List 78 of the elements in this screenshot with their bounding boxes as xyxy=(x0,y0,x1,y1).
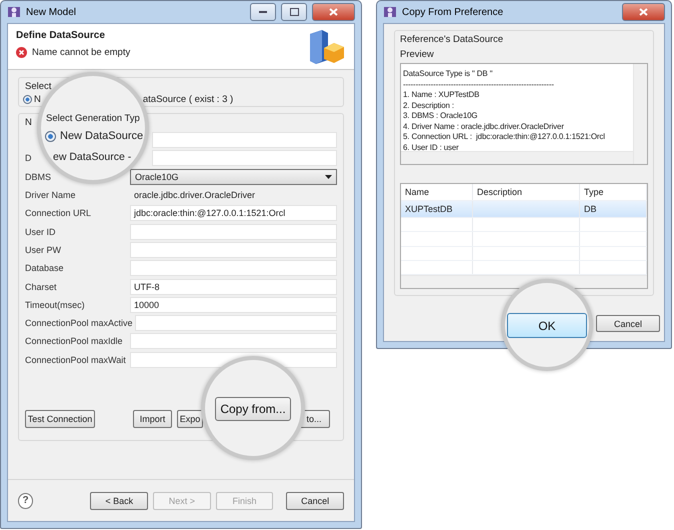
input-field[interactable] xyxy=(152,132,337,148)
preview-line: ------------------------------------------------------------ xyxy=(403,80,555,90)
minimize-icon xyxy=(259,11,267,13)
preview-line: 5. Connection URL : jdbc:oracle:thin:@127.0.0.1:1521:Orcl xyxy=(403,132,606,142)
vertical-scrollbar[interactable] xyxy=(633,64,647,164)
close-button[interactable] xyxy=(312,3,355,21)
field-label: User ID xyxy=(25,226,56,237)
field-label: Database xyxy=(25,263,64,274)
page-title: Define DataSource xyxy=(16,30,106,41)
field-label: DBMS xyxy=(25,172,52,182)
preview-line: 3. DBMS : Oracle10G xyxy=(403,111,479,122)
field-label: Driver Name xyxy=(25,190,76,200)
group-label: Select Generation Typ xyxy=(46,113,140,124)
horizontal-scrollbar[interactable] xyxy=(401,151,633,164)
group-label: ew DataSource - xyxy=(53,151,132,163)
error-icon xyxy=(16,47,27,58)
radio-button[interactable] xyxy=(45,130,56,142)
app-icon xyxy=(383,5,397,19)
input-field[interactable] xyxy=(134,315,337,332)
column-header[interactable]: Type xyxy=(580,184,647,200)
wizard-button[interactable]: < Back xyxy=(90,492,148,510)
radio-label: New DataSource xyxy=(60,130,144,142)
input-field[interactable]: UTF-8 xyxy=(130,278,337,295)
field-label: Timeout(msec) xyxy=(25,300,85,310)
group-label: Reference's DataSource xyxy=(400,34,504,45)
field-label: D xyxy=(25,153,32,164)
column-header[interactable]: Name xyxy=(401,184,473,200)
maximize-button[interactable] xyxy=(281,3,307,21)
field-label: ConnectionPool maxWait xyxy=(25,354,126,365)
minimize-button[interactable] xyxy=(250,3,276,21)
table-cell: XUPTestDB xyxy=(401,201,473,217)
option-text: ataSource ( exist : 3 ) xyxy=(142,94,234,105)
input-field[interactable] xyxy=(130,224,337,240)
app-icon xyxy=(7,5,21,19)
group-label: N xyxy=(25,117,32,128)
error-message: Name cannot be empty xyxy=(32,47,130,58)
wizard-button[interactable]: Cancel xyxy=(286,492,344,510)
table-cell: DB xyxy=(580,201,647,217)
export-button[interactable]: Expo xyxy=(177,410,203,428)
copy-from-button[interactable]: Copy from... xyxy=(215,397,291,421)
horizontal-scrollbar[interactable] xyxy=(401,275,647,288)
import-button[interactable]: Import xyxy=(133,410,172,428)
preview-line: 4. Driver Name : oracle.jdbc.driver.OracleDriver xyxy=(403,122,565,132)
window-title: New Model xyxy=(26,6,78,18)
caret-icon xyxy=(325,174,332,179)
maximize-icon xyxy=(290,8,298,16)
preview-line: 6. User ID : user xyxy=(403,142,460,151)
field-label: Connection URL xyxy=(25,208,92,218)
input-field[interactable] xyxy=(130,260,337,276)
close-button[interactable] xyxy=(622,3,665,21)
cancel-button[interactable]: Cancel xyxy=(596,315,660,332)
preview-line: 2. Description : xyxy=(403,100,455,111)
close-icon xyxy=(639,8,648,16)
table-row[interactable]: XUPTestDB DB xyxy=(401,201,647,218)
field-label: Charset xyxy=(25,282,57,292)
input-field[interactable] xyxy=(152,150,337,166)
input-field[interactable] xyxy=(130,333,337,350)
preview-line: 1. Name : XUPTestDB xyxy=(403,90,480,100)
window-title: Copy From Preference xyxy=(402,6,504,18)
input-field[interactable]: jdbc:oracle:thin:@127.0.0.1:1521:Orcl xyxy=(130,205,337,222)
test-connection-button[interactable]: Test Connection xyxy=(25,410,95,428)
field-label: User PW xyxy=(25,244,61,255)
column-header[interactable]: Description xyxy=(473,184,580,200)
ok-button[interactable]: OK xyxy=(507,313,587,338)
field-label: ConnectionPool maxIdle xyxy=(25,336,123,346)
database-logo-drawing xyxy=(308,30,346,64)
group-label: Select xyxy=(25,81,52,92)
input-field[interactable] xyxy=(130,242,337,258)
preview-label: Preview xyxy=(400,49,434,60)
help-button[interactable]: ? xyxy=(18,492,34,508)
dbms-dropdown[interactable]: Oracle10G xyxy=(130,168,337,185)
radio-label: N xyxy=(34,94,41,105)
field-label: ConnectionPool maxActive xyxy=(25,318,133,328)
radio-button[interactable] xyxy=(23,95,32,104)
close-icon xyxy=(329,8,338,16)
preview-line: DataSource Type is " DB " xyxy=(403,69,494,80)
preview-text-area[interactable] xyxy=(400,63,648,165)
input-field[interactable]: 10000 xyxy=(130,296,337,313)
